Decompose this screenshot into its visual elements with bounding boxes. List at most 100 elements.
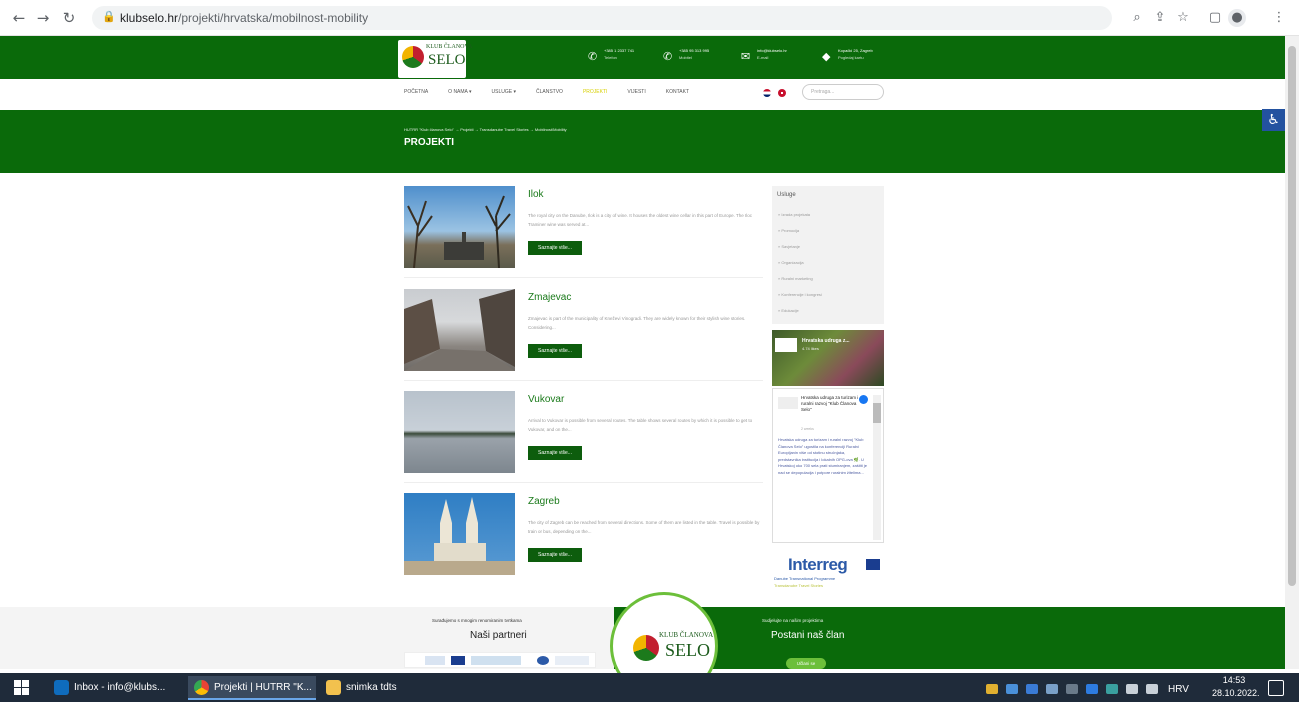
interreg-logo[interactable]: Interreg Danube Transnational Programme … — [772, 550, 884, 592]
interreg-project: Transdanube Travel Stories — [774, 583, 823, 588]
project-title[interactable]: Zmajevac — [528, 292, 571, 303]
search-input[interactable]: Pretraga... — [802, 84, 884, 100]
sidebar-item[interactable]: » Promocija — [778, 228, 799, 233]
facebook-page-widget[interactable]: Hrvatska udruga z... 4.74 likes — [772, 330, 884, 386]
battery-icon[interactable] — [1126, 684, 1138, 694]
project-card-ilok: Ilok The royal city on the Danube, Ilok … — [404, 186, 763, 278]
sidebar-item[interactable]: » Savjetanje — [778, 244, 800, 249]
menu-kontakt[interactable]: KONTAKT — [666, 89, 689, 101]
clock-time[interactable]: 14:53 — [1212, 675, 1256, 685]
sidebar-item[interactable]: » Izrada projekata — [778, 212, 810, 217]
address-bar[interactable]: 🔒 klubselo.hr/projekti/hrvatska/mobilnos… — [92, 6, 1112, 30]
chrome-icon — [194, 679, 209, 695]
fb-page-name[interactable]: Hrvatska udruga z... — [802, 338, 850, 344]
speaker-icon[interactable] — [1146, 684, 1158, 694]
sidebar-item[interactable]: » Organizacija — [778, 260, 804, 265]
share-icon[interactable]: ⇪ — [1151, 9, 1169, 27]
project-image-ilok[interactable] — [404, 186, 515, 268]
folder-icon — [326, 679, 341, 695]
fb-post-text: Hrvatska udruga za turizam i ruralni raz… — [778, 437, 867, 475]
sidebar-item[interactable]: » Konferencije i kongresi — [778, 292, 822, 297]
fb-likes: 4.74 likes — [802, 346, 819, 351]
project-description: Arrival to Vukovar is possible from seve… — [528, 418, 753, 432]
sidebar-services: Usluge » Izrada projekata » Promocija » … — [772, 186, 884, 324]
menu-o-nama[interactable]: O NAMA ▾ — [448, 89, 471, 101]
accessibility-icon[interactable]: ♿ — [1262, 109, 1285, 131]
sidebar-item[interactable]: » Edukacije — [778, 308, 799, 313]
fb-scroll-thumb[interactable] — [873, 403, 881, 423]
footer-logo-line1: KLUB ČLANOVA — [659, 631, 714, 639]
side-panel-icon[interactable]: ▢ — [1206, 9, 1224, 27]
main-menu: POČETNA O NAMA ▾ USLUGE ▾ ČLANSTVO PROJE… — [404, 89, 709, 101]
eu-flag-icon — [866, 559, 880, 570]
windows-start-icon[interactable] — [14, 680, 30, 696]
project-image-vukovar[interactable] — [404, 391, 515, 473]
street-houses-icon — [404, 289, 515, 371]
read-more-button[interactable]: Saznajte više... — [528, 344, 582, 358]
reload-icon[interactable]: ↻ — [60, 9, 78, 27]
flag-en-icon[interactable] — [778, 89, 786, 97]
join-button[interactable]: Učlani se — [786, 658, 826, 669]
site-topbar — [0, 36, 1285, 79]
project-description: Zmajevac is part of the municipality of … — [528, 316, 746, 330]
project-description: The royal city on the Danube, Ilok is a … — [528, 213, 753, 227]
project-image-zmajevac[interactable] — [404, 289, 515, 371]
tray-app-icon[interactable] — [1086, 684, 1098, 694]
outlook-icon — [54, 679, 69, 695]
read-more-button[interactable]: Saznajte više... — [528, 241, 582, 255]
project-title[interactable]: Vukovar — [528, 394, 564, 405]
zoom-icon[interactable]: ⌕ — [1128, 9, 1146, 27]
menu-kebab-icon[interactable]: ⋮ — [1270, 9, 1288, 27]
read-more-button[interactable]: Saznajte više... — [528, 548, 582, 562]
url-text: klubselo.hr/projekti/hrvatska/mobilnost-… — [120, 11, 369, 25]
menu-pocetna[interactable]: POČETNA — [404, 89, 428, 101]
partner-logos[interactable] — [404, 652, 596, 668]
fb-post-author[interactable]: Hrvatska udruga za turizam i ruralni raz… — [801, 395, 861, 413]
site-logo[interactable]: KLUB ČLANOVA SELO — [398, 40, 472, 78]
mail-icon: ✉ — [741, 50, 751, 63]
page-scroll-thumb[interactable] — [1288, 46, 1296, 586]
read-more-button[interactable]: Saznajte više... — [528, 446, 582, 460]
menu-clanstvo[interactable]: ČLANSTVO — [536, 89, 563, 101]
project-card-zmajevac: Zmajevac Zmajevac is part of the municip… — [404, 289, 763, 381]
tray-chevron-icon[interactable] — [1066, 684, 1078, 694]
tray-app-icon[interactable] — [1026, 684, 1038, 694]
project-card-vukovar: Vukovar Arrival to Vukovar is possible f… — [404, 391, 763, 483]
project-image-zagreb[interactable] — [404, 493, 515, 575]
project-description: The city of Zagreb can be reached from s… — [528, 520, 760, 534]
breadcrumb[interactable]: HUTRR "Klub članova Selo" → Projekti → T… — [404, 127, 567, 132]
profile-icon[interactable]: ● — [1228, 9, 1246, 27]
clock-date[interactable]: 28.10.2022. — [1212, 688, 1260, 698]
tray-app-icon[interactable] — [1106, 684, 1118, 694]
fb-post-time: 2 weeks — [801, 427, 814, 431]
tray-app-icon[interactable] — [986, 684, 998, 694]
footer-logo-line2: SELO — [665, 640, 710, 660]
menu-usluge[interactable]: USLUGE ▾ — [492, 89, 516, 101]
project-card-zagreb: Zagreb The city of Zagreb can be reached… — [404, 493, 763, 585]
partners-title: Naši partneri — [470, 630, 527, 641]
taskbar-outlook[interactable]: Inbox - info@klubs... — [54, 676, 182, 700]
facebook-post-feed[interactable]: Hrvatska udruga za turizam i ruralni raz… — [772, 388, 884, 543]
tray-app-icon[interactable] — [1006, 684, 1018, 694]
language-indicator[interactable]: HRV — [1168, 684, 1189, 695]
location-icon: ◆ — [822, 50, 831, 63]
sidebar-item[interactable]: » Ruralni marketing — [778, 276, 813, 281]
cathedral-icon — [404, 497, 515, 575]
flag-hr-icon[interactable] — [763, 89, 771, 97]
menu-projekti[interactable]: PROJEKTI — [583, 89, 607, 101]
logo-line2: SELO — [428, 52, 466, 68]
facebook-icon — [859, 395, 868, 404]
logo-line1: KLUB ČLANOVA — [426, 44, 473, 50]
bookmark-star-icon[interactable]: ☆ — [1174, 9, 1192, 27]
notifications-icon[interactable] — [1268, 680, 1284, 696]
back-icon[interactable]: ← — [10, 9, 28, 27]
taskbar-chrome[interactable]: Projekti | HUTRR "K... — [188, 676, 316, 700]
forward-icon[interactable]: → — [34, 9, 52, 27]
menu-vijesti[interactable]: VIJESTI — [627, 89, 645, 101]
tray-app-icon[interactable] — [1046, 684, 1058, 694]
project-title[interactable]: Zagreb — [528, 496, 560, 507]
page-hero — [0, 110, 1285, 173]
taskbar-folder[interactable]: snimka tdts — [326, 676, 426, 700]
fb-post-avatar — [778, 397, 798, 409]
project-title[interactable]: Ilok — [528, 189, 544, 200]
